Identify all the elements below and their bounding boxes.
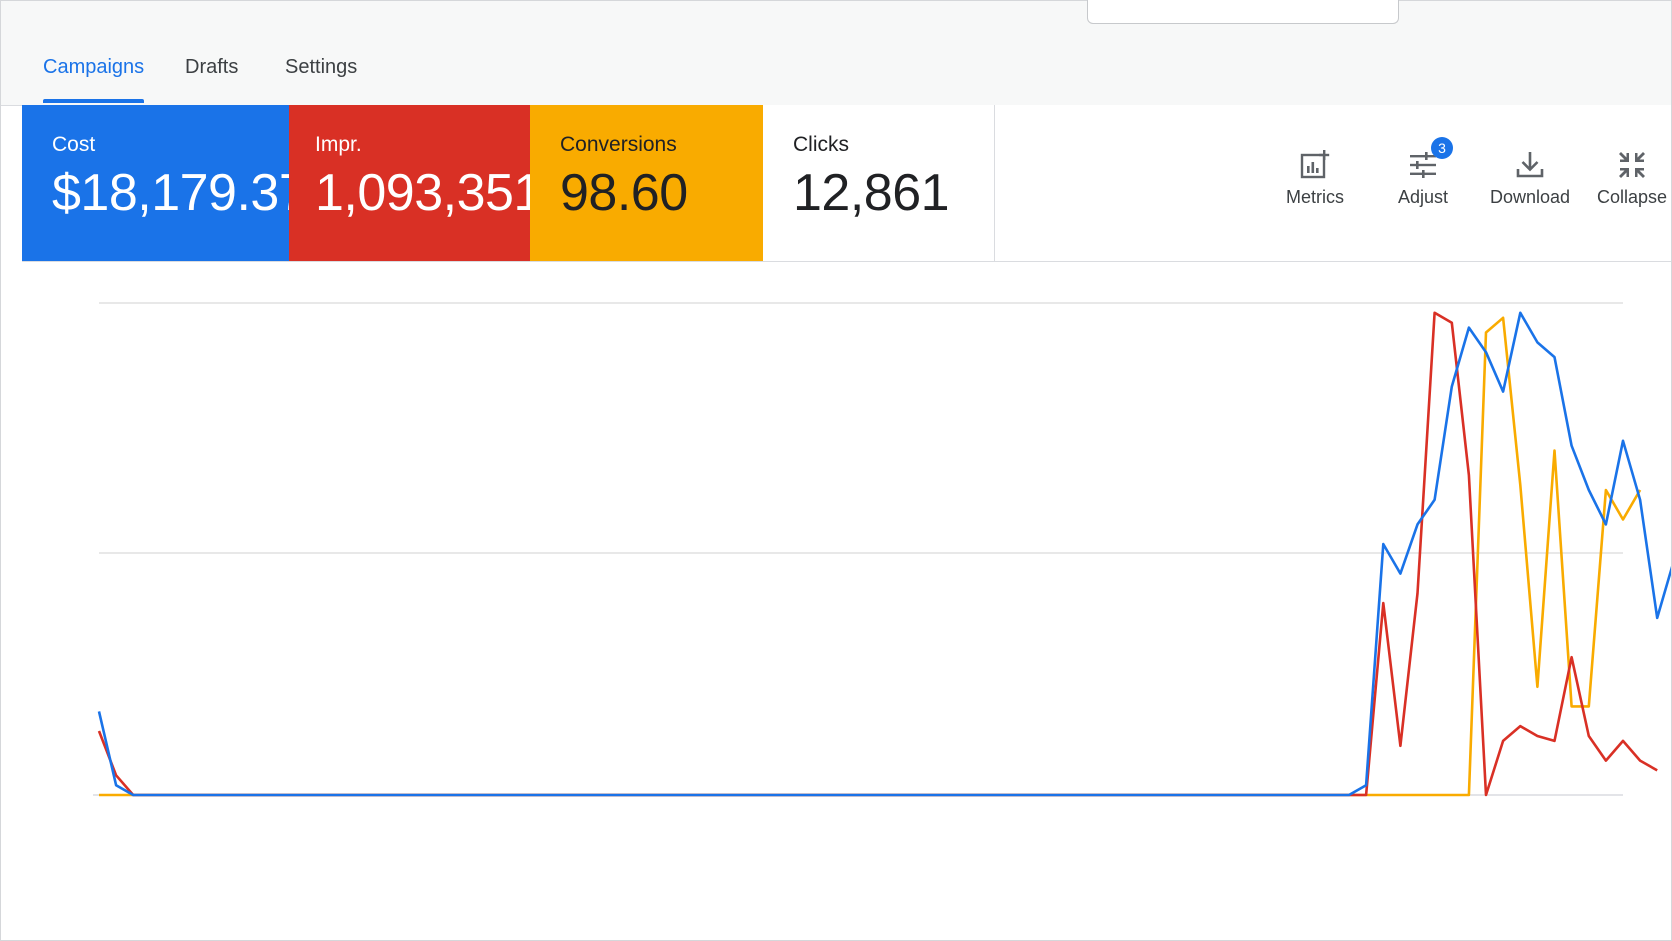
scorecard-impressions[interactable]: Impr. 1,093,351 <box>289 105 542 261</box>
scorecard-clicks[interactable]: Clicks 12,861 <box>763 105 995 261</box>
adjust-label: Adjust <box>1398 187 1449 207</box>
adjust-badge: 3 <box>1431 137 1454 159</box>
scorecard-label: Conversions <box>560 133 677 156</box>
metrics-icon <box>1300 150 1330 179</box>
chart-series-line-1[interactable] <box>97 311 1658 797</box>
search-box-edge[interactable] <box>1087 0 1399 24</box>
chart-series-line-0[interactable] <box>97 311 1671 797</box>
tab-settings[interactable]: Settings <box>285 51 357 103</box>
scorecard-cost[interactable]: Cost $18,179.37 <box>22 105 308 261</box>
top-bar: Campaigns Drafts Settings <box>1 0 1671 106</box>
scorecard-label: Clicks <box>793 133 849 156</box>
scorecard-value: $18,179.37 <box>52 164 308 222</box>
download-button[interactable]: Download <box>1490 149 1570 208</box>
collapse-button[interactable]: Collapse <box>1597 149 1667 208</box>
scorecard-value: 1,093,351 <box>315 164 542 222</box>
tab-campaigns[interactable]: Campaigns <box>43 51 145 103</box>
app-frame: Campaigns Drafts Settings Cost $18,179.3… <box>0 0 1672 941</box>
tab-drafts[interactable]: Drafts <box>185 51 238 103</box>
collapse-label: Collapse <box>1597 187 1668 207</box>
scorecard-row: Cost $18,179.37 Impr. 1,093,351 Conversi… <box>22 105 1671 262</box>
scorecard-value: 98.60 <box>560 164 688 222</box>
scorecard-conversions[interactable]: Conversions 98.60 <box>530 105 763 261</box>
performance-chart[interactable] <box>1 263 1671 823</box>
collapse-icon <box>1619 152 1646 178</box>
scorecard-label: Cost <box>52 133 96 156</box>
adjust-button[interactable]: 3 Adjust <box>1398 137 1454 208</box>
download-icon <box>1516 152 1544 178</box>
metrics-label: Metrics <box>1286 187 1344 207</box>
chart-series-line-2[interactable] <box>99 316 1642 797</box>
scorecard-label: Impr. <box>315 133 362 156</box>
scorecard-value: 12,861 <box>793 164 950 222</box>
metrics-button[interactable]: Metrics <box>1286 149 1344 208</box>
download-label: Download <box>1490 187 1571 207</box>
